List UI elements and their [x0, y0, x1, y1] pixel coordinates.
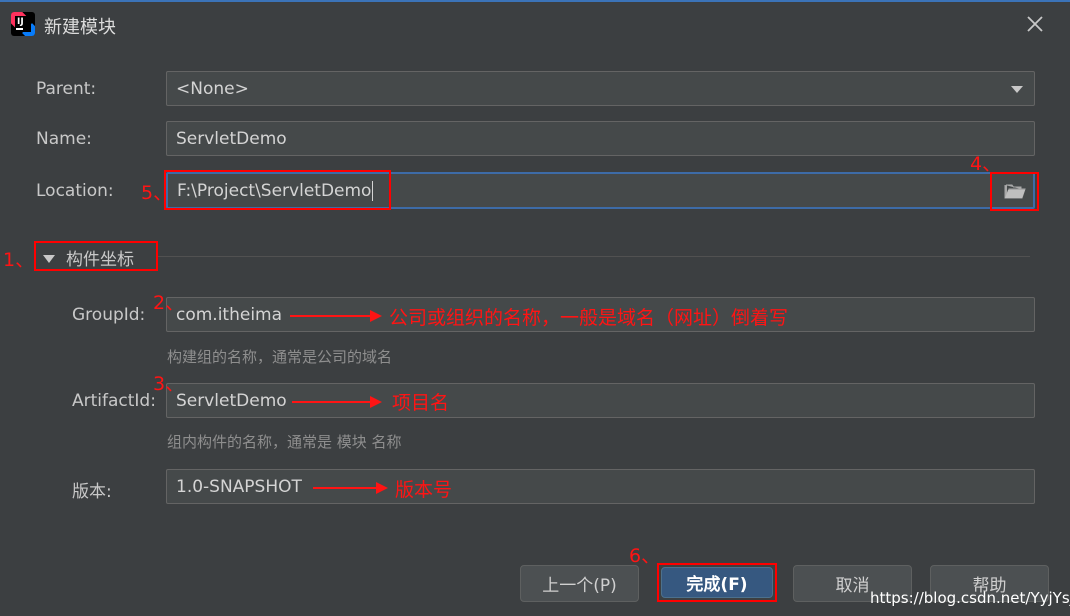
version-field[interactable]: 1.0-SNAPSHOT: [166, 469, 1035, 504]
annotation-box-browse: [990, 172, 1039, 211]
window-title: 新建模块: [44, 17, 116, 38]
annotation-box-location: [164, 170, 391, 210]
annotation-number-6: 6、: [629, 545, 661, 567]
close-icon[interactable]: [1024, 13, 1046, 35]
version-field-value: 1.0-SNAPSHOT: [176, 476, 302, 497]
artifactid-hint: 组内构件的名称，通常是 模块 名称: [167, 433, 402, 451]
watermark-text: https://blog.csdn.net/YyjYsj: [870, 589, 1070, 607]
annotation-groupid-note: 公司或组织的名称，一般是域名（网址）倒着写: [389, 307, 789, 329]
annotation-number-2: 2、: [153, 292, 185, 314]
name-field[interactable]: ServletDemo: [166, 121, 1035, 156]
annotation-arrowhead-groupid: [370, 310, 382, 322]
previous-button[interactable]: 上一个(P): [520, 565, 639, 602]
annotation-version-note: 版本号: [395, 479, 453, 501]
annotation-number-4: 4、: [970, 153, 1002, 175]
annotation-artifactid-note: 项目名: [392, 392, 450, 414]
annotation-arrow-groupid: [290, 315, 372, 317]
artifactid-field-value: ServletDemo: [176, 390, 287, 411]
groupid-field-value: com.itheima: [176, 304, 283, 325]
artifactid-label: ArtifactId:: [72, 391, 156, 411]
title-bar: IJ 新建模块: [0, 2, 1070, 44]
annotation-box-finish: [657, 563, 777, 602]
section-divider: [158, 256, 1030, 257]
annotation-number-5: 5、: [141, 182, 173, 204]
parent-select[interactable]: <None>: [166, 71, 1035, 106]
annotation-number-3: 3、: [153, 373, 185, 395]
name-label: Name:: [36, 129, 92, 149]
name-field-value: ServletDemo: [176, 128, 287, 149]
annotation-arrow-artifactid: [292, 401, 372, 403]
parent-select-value: <None>: [176, 78, 249, 99]
annotation-box-section: [34, 241, 158, 271]
parent-label: Parent:: [36, 79, 97, 99]
groupid-hint: 构建组的名称，通常是公司的域名: [167, 348, 393, 366]
annotation-arrowhead-artifactid: [370, 396, 382, 408]
chevron-down-icon: [1011, 86, 1023, 93]
location-label: Location:: [36, 181, 114, 201]
annotation-arrow-version: [313, 487, 378, 489]
annotation-number-1: 1、: [3, 249, 35, 271]
groupid-label: GroupId:: [72, 305, 146, 325]
annotation-arrowhead-version: [376, 482, 388, 494]
intellij-app-icon: IJ: [11, 12, 35, 36]
version-label: 版本:: [72, 482, 112, 502]
